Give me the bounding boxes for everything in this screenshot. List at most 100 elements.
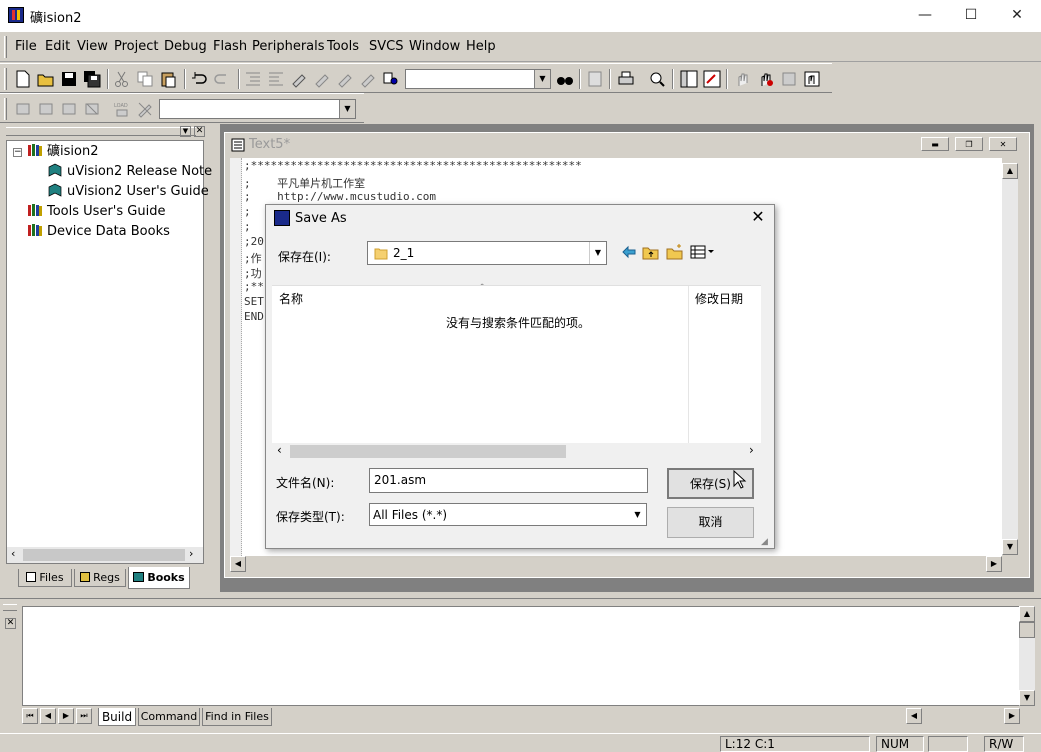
panel-menu-button[interactable]: ▼: [180, 126, 191, 137]
scroll-up-icon[interactable]: ▲: [1002, 163, 1018, 179]
scroll-thumb[interactable]: [290, 445, 566, 458]
editor-hscrollbar[interactable]: ◀ ▶: [230, 556, 1002, 572]
bookmark-prev-icon[interactable]: [336, 70, 354, 88]
close-button[interactable]: ✕: [994, 0, 1040, 30]
scroll-right-icon[interactable]: ▶: [1004, 708, 1020, 724]
scroll-up-icon[interactable]: ▲: [1019, 606, 1035, 622]
up-folder-icon[interactable]: [642, 243, 660, 261]
editor-vscrollbar[interactable]: ▲ ▼: [1002, 163, 1018, 555]
chevron-right-icon[interactable]: ›: [189, 547, 193, 560]
tree-item-device-books[interactable]: Device Data Books: [27, 223, 170, 241]
menu-svcs[interactable]: SVCS: [369, 39, 403, 54]
compile-icon[interactable]: [14, 100, 32, 118]
print-icon[interactable]: [617, 70, 635, 88]
scroll-thumb[interactable]: [23, 549, 185, 561]
scroll-right-icon[interactable]: ▶: [986, 556, 1002, 572]
tree-item-release-note[interactable]: uVision2 Release Note: [47, 163, 212, 181]
menu-tools[interactable]: Tools: [327, 39, 359, 54]
tab-last-icon[interactable]: ⏭: [76, 708, 92, 724]
output-toggle-icon[interactable]: [703, 70, 721, 88]
tab-regs[interactable]: Regs: [74, 569, 126, 587]
editor-close-button[interactable]: ✕: [989, 137, 1017, 151]
chevron-left-icon[interactable]: ‹: [11, 547, 15, 560]
target-combo[interactable]: ▼: [159, 99, 356, 119]
tree-root[interactable]: 礦ision2: [27, 143, 98, 161]
hand-grab-icon[interactable]: [780, 70, 798, 88]
tab-files[interactable]: Files: [18, 569, 72, 587]
undo-icon[interactable]: [190, 70, 208, 88]
save-in-combo[interactable]: 2_1 ▼: [367, 241, 607, 265]
new-folder-icon[interactable]: [666, 243, 684, 261]
output-tab-scroll[interactable]: ⏮ ◀ ▶ ⏭: [22, 708, 98, 724]
menu-file[interactable]: File: [15, 39, 37, 54]
open-folder-icon[interactable]: [37, 70, 55, 88]
stop-build-icon[interactable]: [83, 100, 101, 118]
hand-icon[interactable]: [734, 70, 752, 88]
panel-close-button[interactable]: ✕: [194, 126, 205, 137]
chevron-right-icon[interactable]: ›: [749, 443, 754, 457]
output-window[interactable]: [22, 606, 1020, 706]
menu-help[interactable]: Help: [466, 39, 496, 54]
menu-view[interactable]: View: [77, 39, 108, 54]
zoom-icon[interactable]: [648, 70, 666, 88]
menu-peripherals[interactable]: Peripherals: [252, 39, 325, 54]
scroll-left-icon[interactable]: ◀: [230, 556, 246, 572]
output-hscrollbar[interactable]: ◀ ▶: [906, 708, 1020, 724]
chevron-down-icon[interactable]: ▼: [339, 100, 355, 118]
workspace-toggle-icon[interactable]: [680, 70, 698, 88]
tab-find-in-files[interactable]: Find in Files: [202, 708, 272, 726]
redo-icon[interactable]: [213, 70, 231, 88]
indent-icon[interactable]: [244, 70, 262, 88]
copy-icon[interactable]: [136, 70, 154, 88]
tab-build[interactable]: Build: [98, 708, 136, 726]
hand-point-icon[interactable]: [803, 70, 821, 88]
new-file-icon[interactable]: [14, 70, 32, 88]
filename-input[interactable]: 201.asm: [369, 468, 648, 493]
scroll-left-icon[interactable]: ◀: [906, 708, 922, 724]
paste-icon[interactable]: [159, 70, 177, 88]
editor-restore-button[interactable]: ❐: [955, 137, 983, 151]
tree-collapse-toggle[interactable]: −: [13, 148, 22, 157]
tab-first-icon[interactable]: ⏮: [22, 708, 38, 724]
chevron-down-icon[interactable]: ▼: [589, 242, 606, 264]
dialog-close-button[interactable]: ✕: [748, 207, 768, 227]
save-all-icon[interactable]: [83, 70, 101, 88]
find-in-files-icon[interactable]: [382, 70, 400, 88]
build-icon[interactable]: [37, 100, 55, 118]
menubar-grip[interactable]: [4, 36, 7, 58]
tab-books[interactable]: Books: [128, 567, 190, 589]
hand-stop-icon[interactable]: [757, 70, 775, 88]
tab-prev-icon[interactable]: ◀: [40, 708, 56, 724]
view-menu-icon[interactable]: [690, 243, 716, 261]
binoculars-icon[interactable]: [556, 70, 574, 88]
tab-next-icon[interactable]: ▶: [58, 708, 74, 724]
bookmark-toggle-icon[interactable]: [290, 70, 308, 88]
bookmark-next-icon[interactable]: [313, 70, 331, 88]
output-close-button[interactable]: ✕: [5, 618, 16, 629]
bookmark-clear-icon[interactable]: [359, 70, 377, 88]
scroll-down-icon[interactable]: ▼: [1019, 690, 1035, 706]
tree-item-users-guide[interactable]: uVision2 User's Guide: [47, 183, 209, 201]
menu-edit[interactable]: Edit: [45, 39, 70, 54]
menu-flash[interactable]: Flash: [213, 39, 247, 54]
cancel-button[interactable]: 取消: [667, 507, 754, 538]
scroll-thumb[interactable]: [1019, 622, 1035, 638]
rebuild-icon[interactable]: [60, 100, 78, 118]
tree-item-tools-guide[interactable]: Tools User's Guide: [27, 203, 165, 221]
editor-minimize-button[interactable]: ▬: [921, 137, 949, 151]
unindent-icon[interactable]: [267, 70, 285, 88]
column-header-modified[interactable]: 修改日期: [695, 290, 743, 307]
resize-grip-icon[interactable]: ◢: [761, 537, 773, 547]
menu-window[interactable]: Window: [409, 39, 460, 54]
panel-grip[interactable]: [3, 604, 17, 611]
back-arrow-icon[interactable]: [620, 243, 638, 261]
find-combo[interactable]: ▼: [405, 69, 551, 89]
file-list-hscrollbar[interactable]: ‹ ›: [272, 443, 761, 460]
column-header-name[interactable]: 名称: [279, 290, 303, 307]
menu-project[interactable]: Project: [114, 39, 158, 54]
maximize-button[interactable]: ☐: [948, 0, 994, 30]
file-list[interactable]: 名称 修改日期 没有与搜索条件匹配的项。: [272, 285, 761, 444]
cut-icon[interactable]: [113, 70, 131, 88]
chevron-down-icon[interactable]: ▼: [629, 504, 646, 525]
load-icon[interactable]: LOAD: [113, 100, 131, 118]
